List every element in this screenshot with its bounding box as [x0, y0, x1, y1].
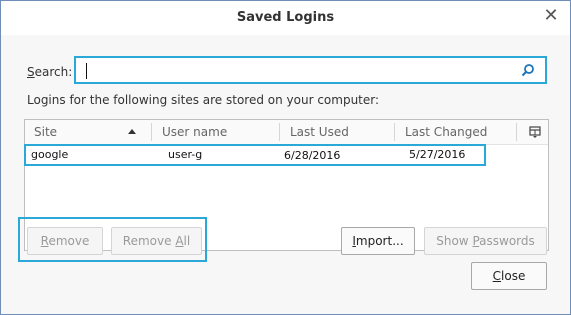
column-header-username[interactable]: User name [162, 125, 227, 139]
dialog-title: Saved Logins [236, 10, 335, 25]
search-icon[interactable] [521, 63, 535, 77]
title-bar: Saved Logins ✕ [1, 1, 570, 35]
column-header-last-changed[interactable]: Last Changed [405, 125, 487, 139]
search-label: Search: [27, 65, 73, 79]
sort-ascending-icon [128, 129, 136, 134]
column-divider[interactable] [151, 123, 152, 141]
column-header-last-used[interactable]: Last Used [290, 125, 349, 139]
column-divider[interactable] [279, 123, 280, 141]
column-picker-icon[interactable] [529, 126, 541, 138]
dialog-content: Search: Logins for the following sites a… [1, 35, 570, 314]
show-passwords-button[interactable]: Show Passwords [424, 227, 547, 255]
close-button[interactable]: Close [471, 262, 547, 290]
info-text: Logins for the following sites are store… [27, 93, 380, 107]
close-icon[interactable]: ✕ [542, 7, 560, 25]
import-button[interactable]: Import... [341, 227, 415, 255]
column-divider[interactable] [394, 123, 395, 141]
text-caret [86, 63, 87, 79]
column-divider[interactable] [516, 123, 517, 141]
search-input[interactable] [74, 56, 547, 84]
column-header-site[interactable]: Site [34, 125, 57, 139]
highlight-row-annotation [24, 144, 486, 166]
highlight-remove-buttons-annotation [18, 217, 207, 262]
table-header: Site User name Last Used Last Changed [25, 120, 548, 145]
